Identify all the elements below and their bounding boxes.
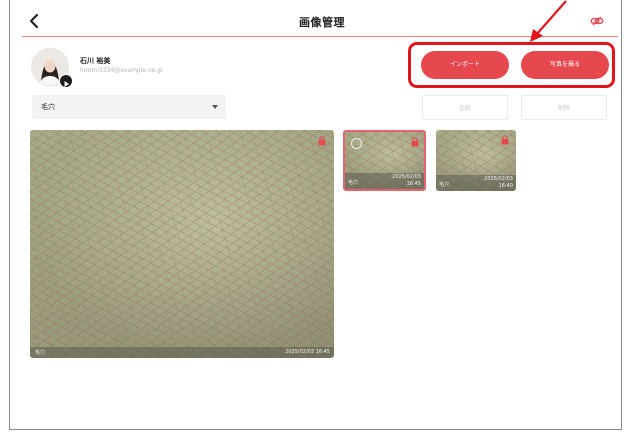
dropdown-caret-icon [212, 105, 218, 109]
thumbnail-caption-bar: 毛穴 2025/02/03 16:45 [345, 173, 424, 189]
thumbnail-category: 毛穴 [348, 180, 359, 186]
photo-category: 毛穴 [35, 350, 46, 356]
compare-button[interactable]: 比較 [422, 95, 508, 120]
unlink-icon[interactable] [590, 16, 604, 26]
delete-button[interactable]: 削除 [521, 95, 607, 120]
lock-icon [411, 137, 419, 147]
thumbnail-caption-bar: 毛穴 2025/02/03 16:40 [436, 175, 516, 191]
lock-icon [318, 136, 326, 146]
photo-timestamp: 2025/02/03 16:45 [285, 349, 330, 355]
thumbnail-time: 16:40 [498, 183, 513, 189]
back-chevron-icon[interactable] [27, 13, 41, 29]
main-photo[interactable]: 毛穴 2025/02/03 16:45 [30, 130, 334, 358]
page-title: 画像管理 [299, 16, 345, 29]
user-name: 石川 裕美 [80, 57, 111, 65]
lock-icon [501, 135, 509, 145]
thumbnail-date: 2025/02/03 [484, 176, 513, 182]
thumbnail-date: 2025/02/03 [392, 174, 421, 180]
category-select[interactable]: 毛穴 [32, 95, 226, 119]
thumbnail-category: 毛穴 [439, 182, 450, 188]
annotation-arrow-icon [530, 0, 567, 42]
photo-caption-bar: 毛穴 2025/02/03 16:45 [30, 347, 334, 358]
thumbnail-1[interactable]: 毛穴 2025/02/03 16:45 [343, 130, 426, 191]
thumbnail-2[interactable]: 毛穴 2025/02/03 16:40 [436, 130, 516, 191]
thumbnail-time: 16:45 [406, 181, 421, 187]
category-select-value: 毛穴 [41, 103, 55, 111]
selection-radio-icon[interactable] [351, 138, 362, 149]
user-email: hiromi3334@example.ne.jp [80, 67, 163, 74]
annotation-highlight-box [408, 42, 615, 88]
play-badge-icon[interactable] [59, 74, 73, 88]
